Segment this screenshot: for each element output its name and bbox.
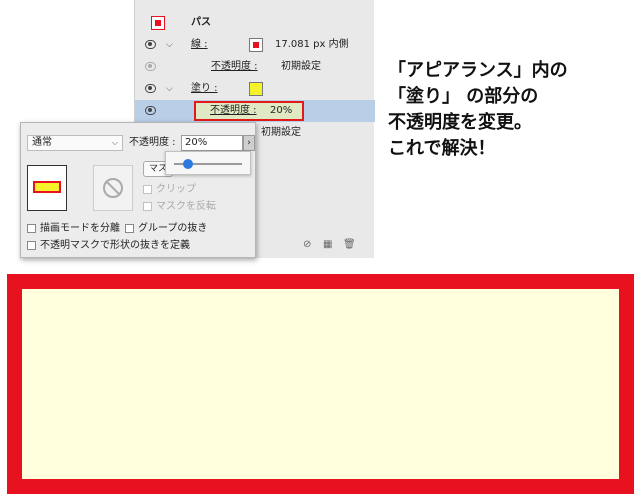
trash-icon[interactable]: 🗑: [343, 239, 356, 250]
annotation-line: これで解決！: [388, 138, 496, 159]
stroke-opacity-label[interactable]: 不透明度 :: [211, 56, 258, 78]
invert-mask-checkbox[interactable]: [143, 202, 152, 211]
path-label: パス: [191, 17, 211, 28]
annotation-line: 「アピアランス」内の: [388, 60, 568, 81]
stroke-value: 17.081 px 内側: [275, 39, 349, 50]
fill-opacity-highlight-box: 不透明度 : 20%: [194, 101, 304, 121]
disclosure-chevron-icon[interactable]: ⌵: [166, 34, 173, 56]
visibility-eye-icon[interactable]: [145, 106, 156, 115]
annotation-line: 不透明度を変更。: [388, 112, 532, 133]
isolate-blending-label: 描画モードを分離: [40, 223, 120, 234]
fill-opacity-row[interactable]: 不透明度 : 20%: [135, 100, 375, 122]
fill-opacity-label[interactable]: 不透明度 :: [210, 101, 257, 121]
fill-row[interactable]: ⌵ 塗り :: [135, 78, 375, 100]
no-mask-icon: [103, 178, 123, 198]
opacity-mask-knockout-checkbox[interactable]: [27, 241, 36, 250]
stroke-row[interactable]: ⌵ 線 : 17.081 px 内側: [135, 34, 375, 56]
clear-appearance-icon[interactable]: ⊘: [303, 239, 313, 250]
isolate-blending-checkbox[interactable]: [27, 224, 36, 233]
chevron-down-icon: ⌵: [111, 138, 118, 147]
blend-mode-select[interactable]: 通常 ⌵: [27, 135, 123, 151]
visibility-eye-icon[interactable]: [145, 62, 156, 71]
opacity-slider-popup: [165, 151, 251, 175]
stroke-opacity-value: 初期設定: [281, 61, 321, 72]
opacity-input[interactable]: 20%: [181, 135, 243, 151]
visibility-eye-icon[interactable]: [145, 84, 156, 93]
fill-label[interactable]: 塗り :: [191, 78, 218, 100]
duplicate-item-icon[interactable]: ▦: [323, 239, 333, 250]
mask-thumbnail[interactable]: [93, 165, 133, 211]
path-row[interactable]: パス: [135, 12, 375, 34]
fill-opacity-value: 20%: [270, 105, 293, 116]
default-opacity-value: 初期設定: [261, 127, 301, 138]
result-preview-rectangle: [7, 274, 634, 494]
annotation-line: 「塗り」 の部分の: [388, 86, 539, 107]
visibility-eye-icon[interactable]: [145, 40, 156, 49]
path-thumbnail-icon: [151, 16, 165, 30]
opacity-mask-knockout-label: 不透明マスクで形状の抜きを定義: [40, 240, 190, 251]
disclosure-chevron-icon[interactable]: ⌵: [166, 78, 173, 100]
opacity-slider-thumb[interactable]: [182, 159, 193, 169]
object-preview-rect: [33, 181, 61, 193]
object-thumbnail[interactable]: [27, 165, 67, 211]
transparency-popup: 通常 ⌵ 不透明度 : 20% › マスク作成 クリップ マスクを反転 描画モー…: [20, 122, 256, 258]
clip-label: クリップ: [156, 184, 196, 195]
opacity-dropdown-button[interactable]: ›: [243, 135, 255, 151]
stroke-color-swatch[interactable]: [249, 38, 263, 52]
blend-mode-value: 通常: [32, 137, 52, 148]
opacity-label: 不透明度 :: [129, 137, 176, 148]
invert-mask-label: マスクを反転: [156, 201, 216, 212]
knockout-group-label: グループの抜き: [138, 223, 208, 234]
stroke-label[interactable]: 線 :: [191, 34, 208, 56]
annotation-text: 「アピアランス」内の 「塗り」 の部分の 不透明度を変更。 これで解決！: [388, 58, 638, 162]
clip-checkbox[interactable]: [143, 185, 152, 194]
fill-color-swatch[interactable]: [249, 82, 263, 96]
stroke-opacity-row[interactable]: 不透明度 : 初期設定: [135, 56, 375, 78]
knockout-group-checkbox[interactable]: [125, 224, 134, 233]
